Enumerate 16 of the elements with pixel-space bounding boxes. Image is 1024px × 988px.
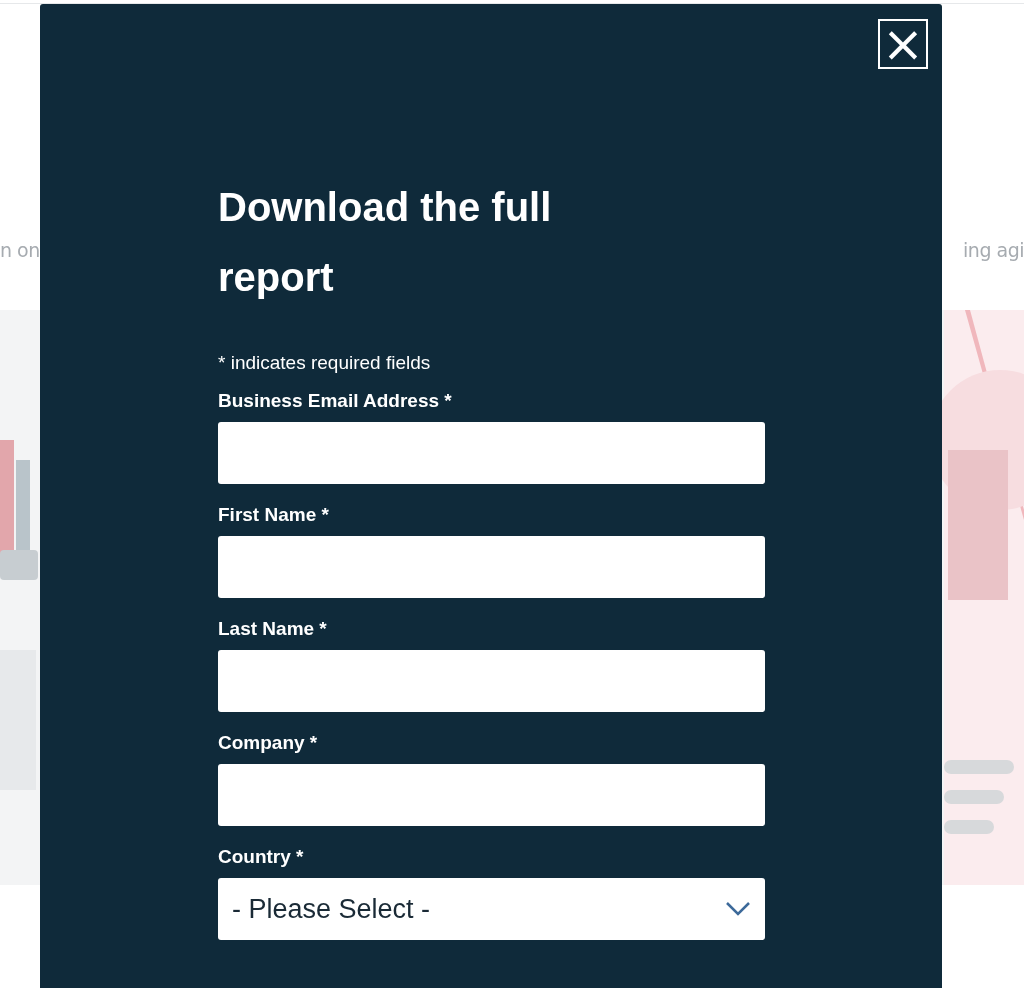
input-field[interactable] <box>218 536 765 598</box>
input-field[interactable] <box>218 764 765 826</box>
select-field[interactable]: - Please Select - <box>218 878 765 940</box>
page-subtitle: n on <box>0 239 40 261</box>
modal-title: Download the full report <box>218 184 553 301</box>
chevron-down-icon <box>725 901 751 917</box>
field-label: Last Name * <box>218 618 328 640</box>
input-field[interactable] <box>218 650 765 712</box>
field-label: Business Email Address * <box>218 390 453 412</box>
page-subtitle: ing agi <box>963 239 1024 261</box>
field-label: Country * <box>218 846 305 868</box>
close-button[interactable]: × <box>878 19 928 69</box>
required-note: * indicates required fields <box>218 352 432 374</box>
field-label: First Name * <box>218 504 330 526</box>
field-label: Company * <box>218 732 319 754</box>
input-field[interactable] <box>218 422 765 484</box>
